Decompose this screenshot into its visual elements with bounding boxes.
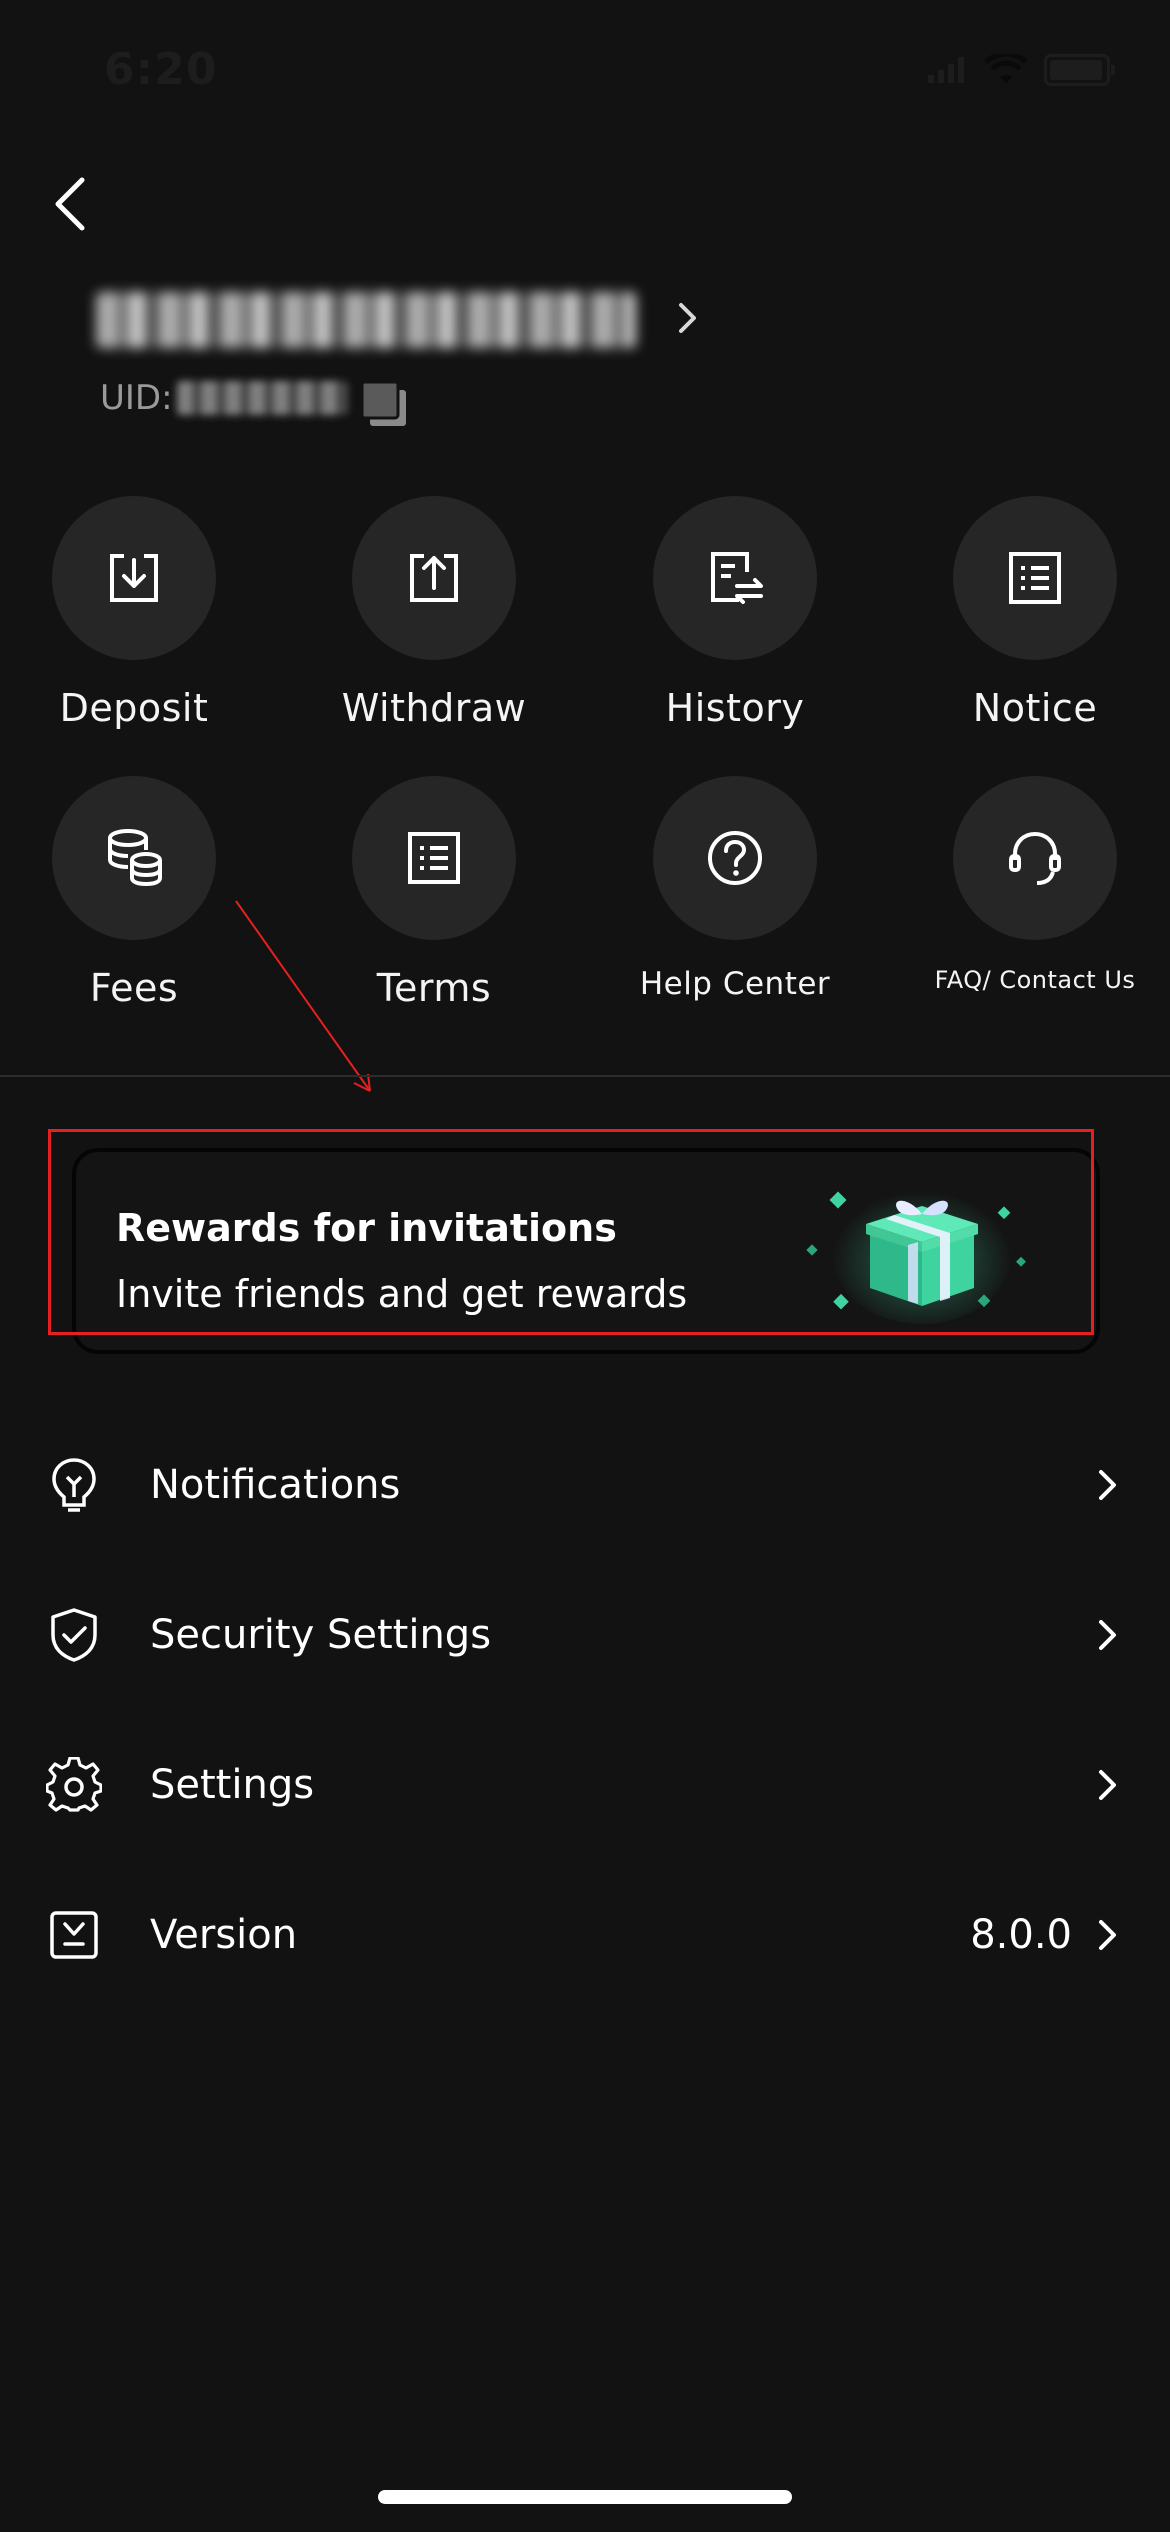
terms-label: Terms <box>376 966 492 1010</box>
withdraw-button[interactable]: Withdraw <box>284 496 584 730</box>
gift-icon <box>806 1184 1026 1324</box>
menu-notifications-label: Notifications <box>150 1462 401 1508</box>
version-value: 8.0.0 <box>970 1912 1072 1958</box>
shield-check-icon <box>46 1607 102 1663</box>
uid-row: UID: <box>100 378 347 418</box>
back-button[interactable] <box>40 168 100 240</box>
withdraw-circle <box>352 496 516 660</box>
history-icon <box>711 552 763 604</box>
status-icons <box>928 54 1115 86</box>
uid-redacted <box>176 381 347 415</box>
help-center-button[interactable]: Help Center <box>585 776 885 1002</box>
chevron-left-icon <box>55 177 85 231</box>
menu-version[interactable]: Version 8.0.0 <box>0 1875 1170 1995</box>
menu-security-settings-label: Security Settings <box>150 1612 492 1658</box>
wifi-icon <box>984 54 1028 84</box>
version-icon <box>46 1907 102 1963</box>
fees-circle <box>52 776 216 940</box>
menu-notifications[interactable]: Notifications <box>0 1425 1170 1545</box>
headset-icon <box>1009 831 1061 885</box>
lightbulb-icon <box>46 1457 102 1513</box>
annotation-arrow <box>235 900 371 1092</box>
notice-icon <box>1009 552 1061 604</box>
rewards-title: Rewards for invitations <box>116 1206 617 1250</box>
help-icon <box>708 831 762 885</box>
deposit-icon <box>110 554 158 602</box>
copy-icon <box>360 380 406 426</box>
signal-icon <box>928 57 964 83</box>
chevron-right-icon <box>1099 1770 1116 1800</box>
menu-settings-label: Settings <box>150 1762 315 1808</box>
email-redacted <box>96 292 636 348</box>
battery-icon <box>1044 54 1115 86</box>
terms-icon <box>408 832 460 884</box>
fees-label: Fees <box>89 966 179 1010</box>
history-button[interactable]: History <box>585 496 885 730</box>
uid-label: UID: <box>100 378 173 418</box>
history-circle <box>653 496 817 660</box>
deposit-circle <box>52 496 216 660</box>
chevron-right-icon <box>1099 1920 1116 1950</box>
chevron-right-icon <box>1099 1470 1116 1500</box>
help-center-label: Help Center <box>639 966 831 1002</box>
menu-settings[interactable]: Settings <box>0 1725 1170 1845</box>
history-label: History <box>665 686 805 730</box>
section-divider <box>0 1075 1170 1077</box>
menu-security-settings[interactable]: Security Settings <box>0 1575 1170 1695</box>
notice-circle <box>953 496 1117 660</box>
deposit-label: Deposit <box>59 686 209 730</box>
rewards-subtitle: Invite friends and get rewards <box>116 1272 688 1316</box>
faq-contact-button[interactable]: FAQ/ Contact Us <box>885 776 1170 994</box>
chevron-right-icon[interactable] <box>676 300 700 340</box>
gear-icon <box>46 1757 102 1813</box>
notice-label: Notice <box>972 686 1098 730</box>
account-email[interactable] <box>96 288 636 352</box>
status-time: 6:20 <box>104 44 218 95</box>
faq-contact-label: FAQ/ Contact Us <box>934 966 1136 994</box>
home-indicator <box>378 2490 792 2504</box>
coins-icon <box>108 829 162 887</box>
withdraw-label: Withdraw <box>341 686 527 730</box>
notice-button[interactable]: Notice <box>885 496 1170 730</box>
copy-uid-button[interactable] <box>356 376 412 432</box>
chevron-right-icon <box>1099 1620 1116 1650</box>
help-circle <box>653 776 817 940</box>
withdraw-icon <box>410 554 458 602</box>
deposit-button[interactable]: Deposit <box>0 496 284 730</box>
menu-version-label: Version <box>150 1912 298 1958</box>
faq-circle <box>953 776 1117 940</box>
